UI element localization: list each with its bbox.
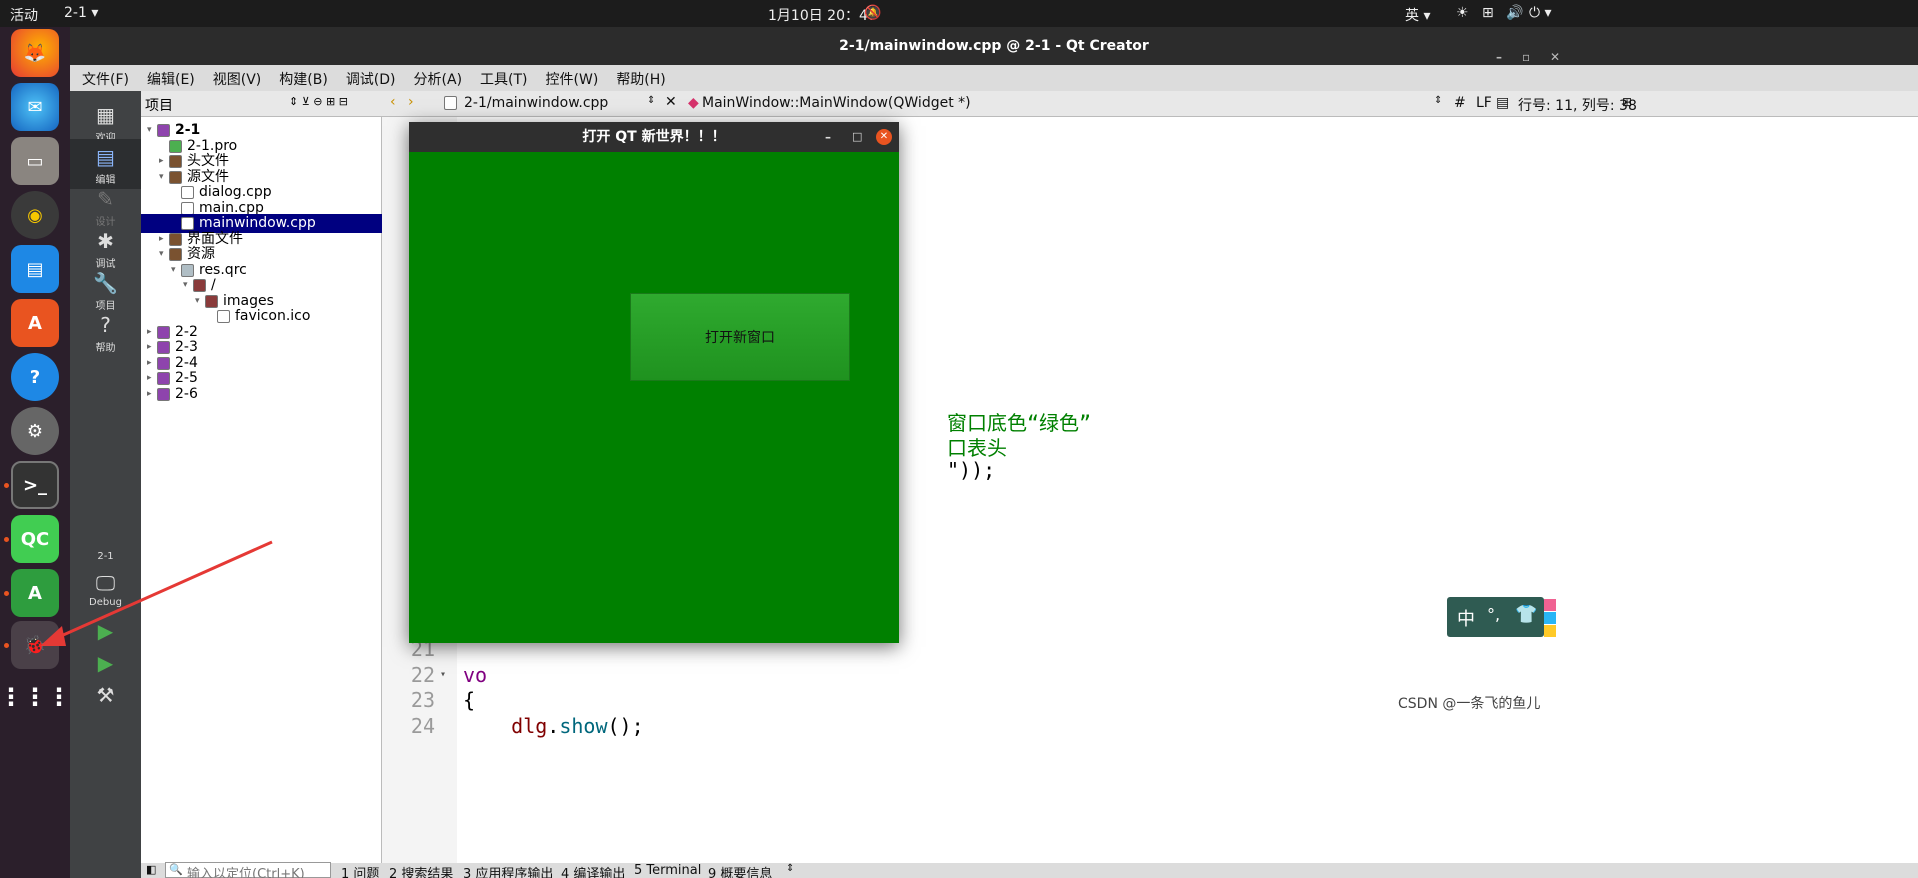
watermark: CSDN @一条飞的鱼儿: [1398, 696, 1541, 712]
annotation-arrow: [40, 540, 273, 646]
